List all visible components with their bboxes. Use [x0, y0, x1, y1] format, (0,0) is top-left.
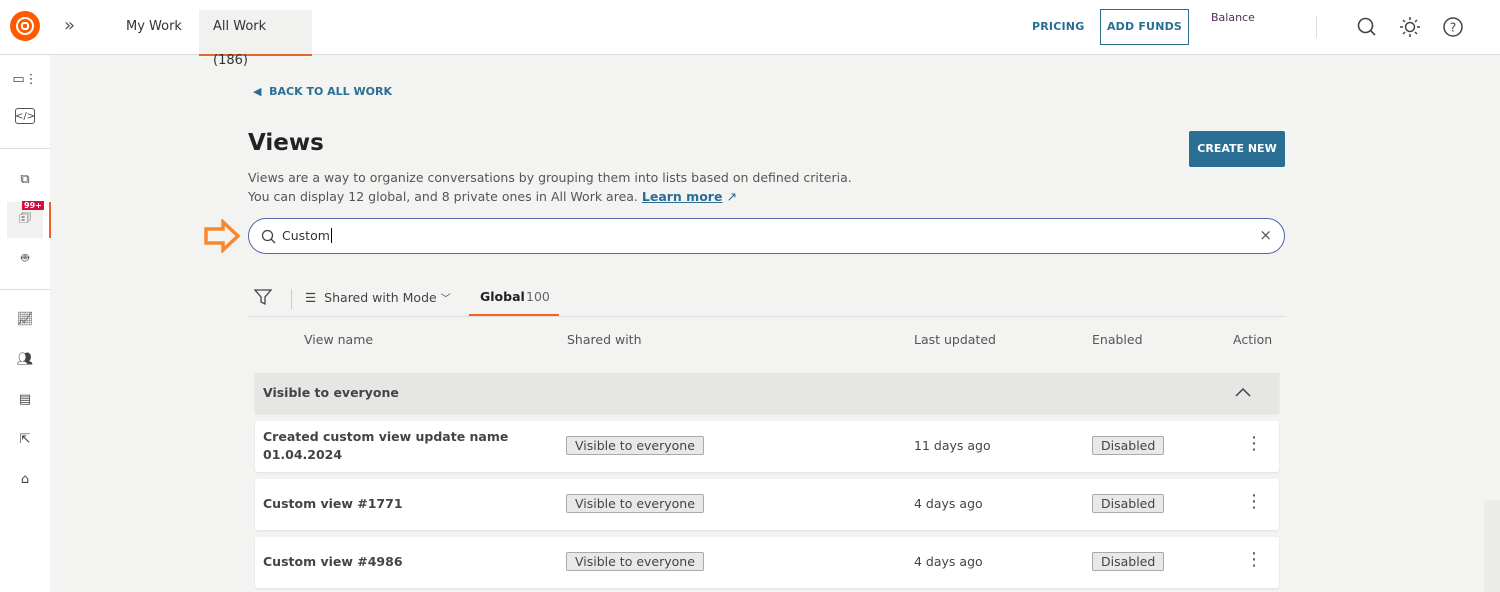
learn-more-link[interactable]: Learn more	[642, 189, 723, 204]
enabled-status-badge: Disabled	[1092, 552, 1165, 571]
balance-label: Balance	[1211, 11, 1255, 24]
help-icon[interactable]: ?	[1442, 16, 1464, 38]
shared-with-chip: Visible to everyone	[566, 436, 704, 455]
back-label: BACK TO ALL WORK	[269, 85, 392, 98]
group-label: Visible to everyone	[263, 385, 399, 400]
page-title: Views	[248, 130, 324, 156]
column-header-last-updated[interactable]: Last updated	[914, 332, 996, 347]
search-field[interactable]: Custom ×	[248, 218, 1285, 254]
column-header-action[interactable]: Action	[1233, 332, 1272, 347]
code-briefcase-icon[interactable]: </>	[15, 108, 35, 124]
clear-search-icon[interactable]: ×	[1259, 226, 1272, 244]
store-icon[interactable]: ⌂	[13, 467, 37, 491]
theme-sun-icon[interactable]	[1399, 16, 1421, 38]
last-updated: 11 days ago	[914, 438, 991, 453]
more-actions-icon[interactable]: ⋮	[1245, 433, 1263, 454]
caret-left-icon: ◀	[253, 85, 262, 98]
logo-icon[interactable]	[10, 11, 40, 41]
pricing-link[interactable]: PRICING	[1032, 20, 1084, 33]
back-link[interactable]: ◀ BACK TO ALL WORK	[253, 85, 392, 98]
more-actions-icon[interactable]: ⋮	[1245, 491, 1263, 512]
search-input[interactable]: Custom	[282, 228, 332, 243]
chat-icon[interactable]: ▭⋮	[12, 67, 37, 91]
arrow-pointer-icon	[204, 219, 241, 253]
last-updated: 4 days ago	[914, 496, 983, 511]
divider	[0, 148, 50, 149]
active-indicator	[49, 202, 51, 238]
enabled-status-badge: Disabled	[1092, 436, 1165, 455]
table-row[interactable]: Created custom view update name 01.04.20…	[255, 421, 1279, 472]
more-actions-icon[interactable]: ⋮	[1245, 549, 1263, 570]
shared-with-chip: Visible to everyone	[566, 494, 704, 513]
sidebar: ▭⋮ </> ⧉ 🗊 99+ 🤖︎ 📈︎ 👥︎ ▤ ⇱ ⌂	[0, 55, 51, 592]
copy-conversation-icon[interactable]: ⧉	[13, 167, 37, 191]
column-header-view-name[interactable]: View name	[304, 332, 373, 347]
group-by-dropdown[interactable]: ☰ Shared with Mode ﹀	[305, 290, 451, 305]
description-line: You can display 12 global, and 8 private…	[248, 189, 638, 204]
search-icon	[261, 229, 276, 244]
analytics-chart-icon[interactable]: 📈︎	[13, 307, 37, 331]
view-name[interactable]: Custom view #4986	[263, 553, 403, 571]
column-header-enabled[interactable]: Enabled	[1092, 332, 1143, 347]
tab-global[interactable]: Global 100	[469, 280, 559, 316]
divider	[1316, 16, 1317, 38]
external-link-icon: ↗	[726, 189, 737, 204]
chevron-up-icon[interactable]	[1235, 387, 1251, 397]
view-name[interactable]: Created custom view update name 01.04.20…	[263, 428, 523, 464]
tab-my-work[interactable]: My Work	[112, 10, 196, 44]
chevron-down-icon: ﹀	[440, 294, 451, 305]
group-by-label: Shared with Mode	[324, 290, 437, 305]
shared-with-chip: Visible to everyone	[566, 552, 704, 571]
divider	[248, 316, 1285, 317]
launch-icon[interactable]: ⇱	[13, 427, 37, 451]
table-row[interactable]: Custom view #4986 Visible to everyone 4 …	[255, 537, 1279, 588]
create-new-button[interactable]: CREATE NEW	[1189, 131, 1285, 167]
bot-icon[interactable]: 🤖︎	[13, 247, 37, 271]
filter-icon[interactable]	[254, 288, 272, 306]
page-description: Views are a way to organize conversation…	[248, 168, 852, 206]
column-header-shared-with[interactable]: Shared with	[567, 332, 642, 347]
search-icon[interactable]	[1356, 16, 1378, 38]
table-row[interactable]: Custom view #1771 Visible to everyone 4 …	[255, 479, 1279, 530]
add-funds-button[interactable]: ADD FUNDS	[1100, 9, 1189, 45]
top-header: » My Work All Work (186) PRICING ADD FUN…	[0, 0, 1500, 68]
view-name[interactable]: Custom view #1771	[263, 495, 403, 513]
list-icon: ☰	[305, 290, 317, 305]
description-line: Views are a way to organize conversation…	[248, 170, 852, 185]
scrollbar[interactable]	[1484, 500, 1500, 592]
knowledge-book-icon[interactable]: ▤	[13, 387, 37, 411]
expand-sidebar-icon[interactable]: »	[64, 15, 75, 36]
notification-badge: 99+	[22, 201, 44, 210]
tab-all-work[interactable]: All Work (186)	[199, 10, 312, 68]
last-updated: 4 days ago	[914, 554, 983, 569]
divider	[291, 289, 292, 309]
tab-count: 100	[526, 289, 550, 304]
enabled-status-badge: Disabled	[1092, 494, 1165, 513]
divider	[0, 289, 50, 290]
inbox-icon[interactable]: 🗊	[13, 208, 37, 232]
tab-label: Global	[480, 289, 525, 304]
svg-text:?: ?	[1450, 21, 1456, 35]
team-icon[interactable]: 👥︎	[13, 347, 37, 371]
group-header[interactable]: Visible to everyone	[255, 373, 1279, 413]
